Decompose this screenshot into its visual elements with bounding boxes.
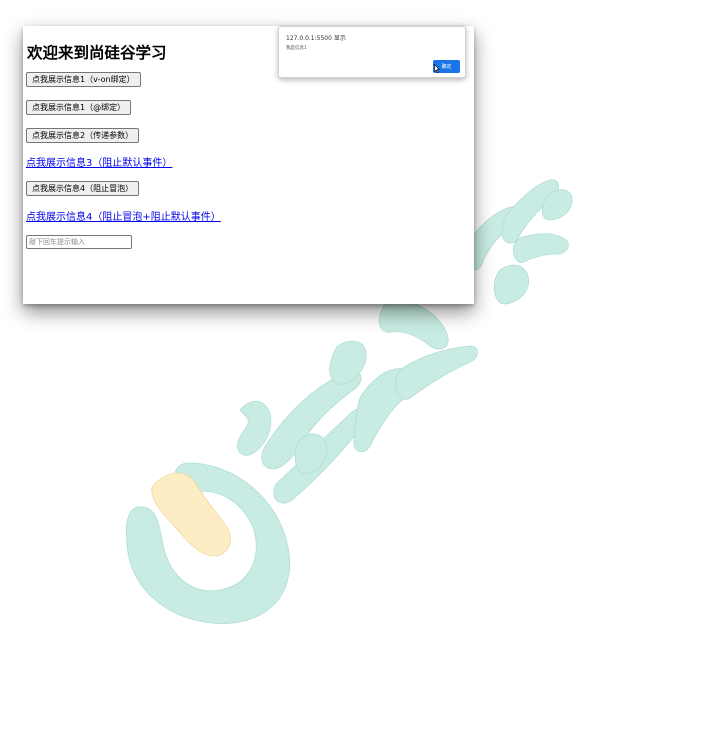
show-info1-at-button[interactable]: 点我展示信息1（@绑定） [26, 100, 132, 115]
show-info4-stop-button[interactable]: 点我展示信息4（阻止冒泡） [26, 181, 140, 196]
mouse-cursor-icon [434, 64, 440, 73]
dialog-message: 我是信息1 [286, 46, 307, 51]
enter-prompt-input[interactable] [26, 235, 132, 249]
page-title: 欢迎来到尚硅谷学习 [27, 44, 167, 62]
show-info2-param-button[interactable]: 点我展示信息2（传递参数） [26, 128, 140, 143]
show-info4-stop-prevent-link[interactable]: 点我展示信息4（阻止冒泡+阻止默认事件） [26, 208, 221, 223]
dialog-origin: 127.0.0.1:5500 显示 [286, 35, 346, 42]
show-info3-prevent-link[interactable]: 点我展示信息3（阻止默认事件） [26, 154, 172, 169]
show-info1-von-button[interactable]: 点我展示信息1（v-on绑定） [26, 72, 141, 87]
